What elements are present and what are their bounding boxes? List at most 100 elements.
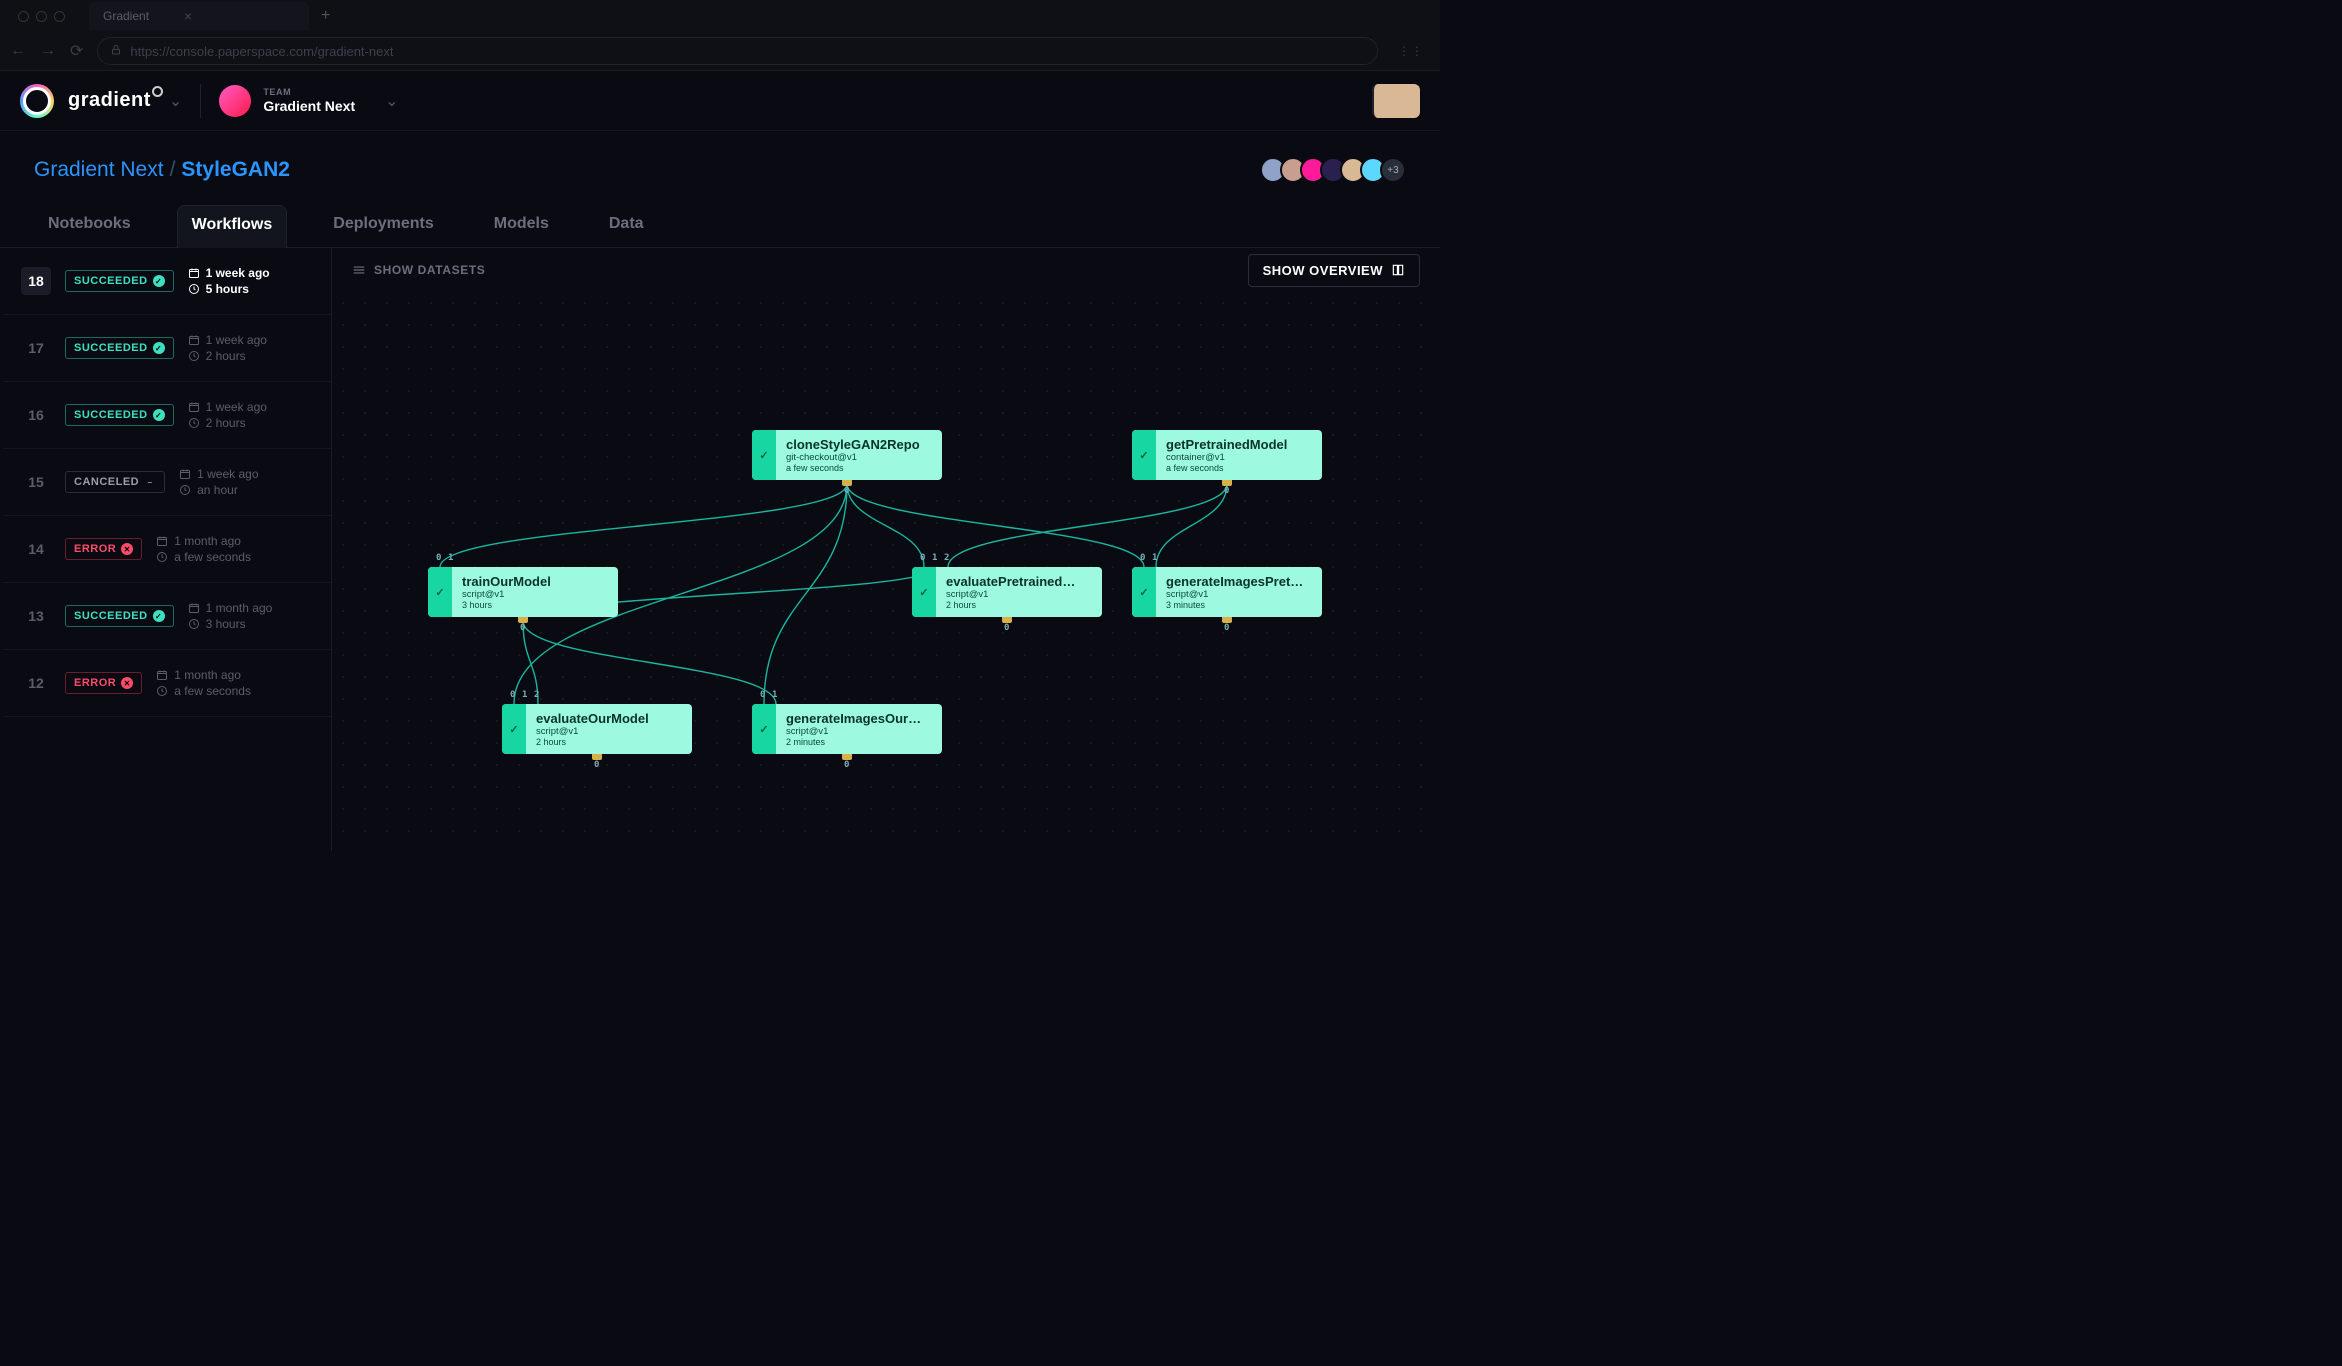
dag-node[interactable]: ✓generateImagesOur…script@v12 minutes001 (752, 704, 942, 754)
dag-edge (1156, 484, 1227, 567)
tab-workflows[interactable]: Workflows (177, 205, 288, 248)
dag-edge (440, 484, 847, 567)
node-duration: 3 minutes (1166, 600, 1312, 610)
port-in-label: 0 (510, 690, 515, 700)
team-selector[interactable]: TEAM Gradient Next ⌄ (219, 85, 398, 117)
run-number: 13 (21, 602, 51, 630)
run-item[interactable]: 15CANCELED –1 week agoan hour (3, 449, 331, 516)
port-out-label: 0 (844, 486, 849, 496)
port-in-label: 1 (522, 690, 527, 700)
dag-node[interactable]: ✓trainOurModelscript@v13 hours001 (428, 567, 618, 617)
collaborator-avatars[interactable]: +3 (1266, 157, 1406, 183)
node-subtitle: git-checkout@v1 (786, 452, 932, 463)
dag-node[interactable]: ✓evaluatePretrained…script@v12 hours0012 (912, 567, 1102, 617)
user-avatar[interactable] (1372, 84, 1420, 118)
run-item[interactable]: 16SUCCEEDED ✓1 week ago2 hours (3, 382, 331, 449)
port-out-label: 0 (844, 760, 849, 770)
node-title: generateImagesPret… (1166, 574, 1312, 589)
canvas-toolbar: SHOW DATASETS SHOW OVERVIEW (332, 248, 1440, 292)
run-item[interactable]: 17SUCCEEDED ✓1 week ago2 hours (3, 315, 331, 382)
check-icon: ✓ (752, 704, 776, 754)
port-in-label: 0 (1140, 553, 1145, 563)
dag-edge (847, 484, 924, 567)
tab-data[interactable]: Data (595, 205, 658, 247)
chevron-down-icon[interactable]: ⌄ (385, 91, 398, 111)
calendar-icon (156, 669, 168, 681)
check-icon: ✓ (428, 567, 452, 617)
calendar-icon (156, 535, 168, 547)
dag-node[interactable]: ✓cloneStyleGAN2Repogit-checkout@v1a few … (752, 430, 942, 480)
close-window-icon[interactable] (18, 11, 29, 22)
node-title: evaluatePretrained… (946, 574, 1092, 589)
status-badge: CANCELED – (65, 471, 165, 493)
check-icon: ✓ (912, 567, 936, 617)
avatar-more[interactable]: +3 (1380, 157, 1406, 183)
port-out-label: 0 (1004, 623, 1009, 633)
status-dot-icon: ✓ (153, 409, 165, 421)
reload-button[interactable]: ⟳ (70, 41, 83, 61)
node-subtitle: script@v1 (462, 589, 608, 600)
port-in-label: 2 (534, 690, 539, 700)
divider (200, 84, 201, 118)
tab-models[interactable]: Models (480, 205, 563, 247)
team-label: TEAM (263, 87, 355, 98)
node-title: evaluateOurModel (536, 711, 682, 726)
run-item[interactable]: 12ERROR ✕1 month agoa few seconds (3, 650, 331, 717)
minimize-window-icon[interactable] (36, 11, 47, 22)
show-overview-button[interactable]: SHOW OVERVIEW (1248, 254, 1420, 287)
dag-node[interactable]: ✓evaluateOurModelscript@v12 hours0012 (502, 704, 692, 754)
breadcrumb-current[interactable]: StyleGAN2 (181, 158, 290, 182)
dag-node[interactable]: ✓generateImagesPret…script@v13 minutes00… (1132, 567, 1322, 617)
browser-tab-title: Gradient (103, 9, 149, 23)
node-duration: a few seconds (1166, 463, 1312, 473)
run-item[interactable]: 14ERROR ✕1 month agoa few seconds (3, 516, 331, 583)
run-item[interactable]: 13SUCCEEDED ✓1 month ago3 hours (3, 583, 331, 650)
breadcrumb-parent[interactable]: Gradient Next (34, 158, 164, 182)
node-title: cloneStyleGAN2Repo (786, 437, 932, 452)
new-tab-button[interactable]: + (309, 7, 342, 25)
run-number: 17 (21, 334, 51, 362)
chevron-down-icon[interactable]: ⌄ (169, 91, 182, 111)
dag-node[interactable]: ✓getPretrainedModelcontainer@v1a few sec… (1132, 430, 1322, 480)
node-title: trainOurModel (462, 574, 608, 589)
browser-menu-icon[interactable]: ⋮⋮ (1392, 44, 1430, 58)
address-bar[interactable]: https://console.paperspace.com/gradient-… (97, 37, 1378, 65)
tab-notebooks[interactable]: Notebooks (34, 205, 145, 247)
port-in-label: 0 (760, 690, 765, 700)
clock-icon (156, 551, 168, 563)
forward-button[interactable]: → (40, 42, 56, 60)
run-number: 18 (21, 267, 51, 295)
run-number: 12 (21, 669, 51, 697)
logo[interactable]: gradient (20, 84, 151, 118)
close-tab-icon[interactable]: × (184, 8, 192, 24)
port-in-label: 2 (944, 553, 949, 563)
book-icon (1391, 263, 1405, 277)
port-in-label: 0 (436, 553, 441, 563)
run-list[interactable]: 18SUCCEEDED ✓1 week ago5 hours17SUCCEEDE… (0, 248, 332, 851)
status-dot-icon: ✓ (153, 610, 165, 622)
calendar-icon (188, 334, 200, 346)
show-datasets-label: SHOW DATASETS (374, 263, 485, 277)
workflow-canvas[interactable]: SHOW DATASETS SHOW OVERVIEW ✓ cloneStyleG… (332, 248, 1440, 851)
calendar-icon (188, 602, 200, 614)
dag-edge (523, 621, 776, 704)
clock-icon (188, 618, 200, 630)
node-subtitle: script@v1 (1166, 589, 1312, 600)
run-item[interactable]: 18SUCCEEDED ✓1 week ago5 hours (0, 248, 331, 315)
check-icon: ✓ (752, 430, 776, 480)
logo-mark-icon (20, 84, 54, 118)
back-button[interactable]: ← (10, 42, 26, 60)
maximize-window-icon[interactable] (54, 11, 65, 22)
node-duration: 2 hours (946, 600, 1092, 610)
tab-deployments[interactable]: Deployments (319, 205, 447, 247)
port-in-label: 1 (448, 553, 453, 563)
show-overview-label: SHOW OVERVIEW (1263, 263, 1383, 278)
show-datasets-button[interactable]: SHOW DATASETS (352, 263, 485, 277)
window-controls[interactable] (8, 11, 75, 22)
run-meta: 1 week ago5 hours (188, 266, 270, 296)
node-duration: 3 hours (462, 600, 608, 610)
dag-edge (847, 484, 1144, 567)
browser-tab[interactable]: Gradient × (89, 2, 309, 30)
clock-icon (188, 417, 200, 429)
breadcrumb: Gradient Next / StyleGAN2 +3 (0, 131, 1440, 191)
